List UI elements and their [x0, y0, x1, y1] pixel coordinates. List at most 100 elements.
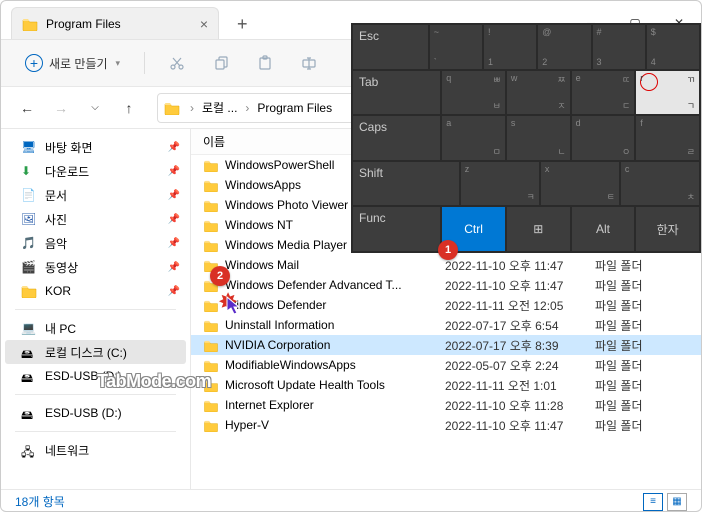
file-type: 파일 폴더 — [595, 397, 665, 414]
rename-icon[interactable] — [291, 47, 327, 79]
file-row[interactable]: Windows Defender 2022-11-11 오전 12:05 파일 … — [191, 295, 701, 315]
key-shift: ㄲ — [687, 73, 695, 86]
key-alt[interactable]: Alt — [572, 207, 635, 251]
pin-icon: 📌 — [168, 214, 180, 225]
copy-icon[interactable] — [203, 47, 239, 79]
sidebar-item-pictures[interactable]: 🖼사진📌 — [1, 207, 190, 231]
chevron-right-icon[interactable]: › — [245, 101, 249, 115]
key-caps[interactable]: Caps — [353, 116, 440, 160]
folder-icon — [203, 319, 219, 332]
folder-icon — [203, 159, 219, 172]
key-tab[interactable]: Tab — [353, 71, 440, 115]
file-row[interactable]: Microsoft Update Health Tools 2022-11-11… — [191, 375, 701, 395]
key-shift[interactable]: Shift — [353, 162, 459, 206]
key-lat: d — [576, 118, 581, 128]
crumb-localdisk[interactable]: 로컬 ... — [202, 99, 237, 116]
new-button[interactable]: + 새로 만들기 ▾ — [15, 50, 130, 76]
videos-icon: 🎬 — [21, 260, 37, 274]
key-r[interactable]: rㄲㄱ — [636, 71, 699, 115]
file-row[interactable]: Uninstall Information 2022-07-17 오후 6:54… — [191, 315, 701, 335]
sidebar-item-documents[interactable]: 📄문서📌 — [1, 183, 190, 207]
back-button[interactable]: ← — [13, 94, 41, 122]
key-win[interactable]: ⊞ — [507, 207, 570, 251]
key-sup: @ — [542, 27, 551, 37]
sidebar-item-music[interactable]: 🎵음악📌 — [1, 231, 190, 255]
sidebar-item-videos[interactable]: 🎬동영상📌 — [1, 255, 190, 279]
file-date: 2022-11-10 오후 11:28 — [445, 397, 595, 414]
add-tab-button[interactable]: + — [227, 10, 258, 39]
key-func[interactable]: Func — [353, 207, 440, 251]
key-han: ㄹ — [687, 145, 695, 158]
key-4[interactable]: $4 — [647, 25, 699, 69]
sidebar-item-desktop[interactable]: 🖥바탕 화면📌 — [1, 135, 190, 159]
sidebar-item-label: 바탕 화면 — [45, 139, 93, 156]
sidebar-item-label: 로컬 디스크 (C:) — [45, 344, 127, 361]
crumb-programfiles[interactable]: Program Files — [257, 101, 332, 115]
key-sub: 3 — [597, 57, 602, 67]
key-hanja[interactable]: 한자 — [636, 207, 699, 251]
key-f[interactable]: fㄹ — [636, 116, 699, 160]
key-q[interactable]: qㅃㅂ — [442, 71, 505, 115]
forward-button[interactable]: → — [47, 94, 75, 122]
file-row[interactable]: NVIDIA Corporation 2022-07-17 오후 8:39 파일… — [191, 335, 701, 355]
key-s[interactable]: sㄴ — [507, 116, 570, 160]
separator — [144, 52, 145, 74]
view-details-button[interactable]: ≡ — [643, 493, 663, 511]
pc-icon: 💻 — [21, 321, 37, 335]
key-w[interactable]: wㅉㅈ — [507, 71, 570, 115]
file-type: 파일 폴더 — [595, 357, 665, 374]
up-button[interactable]: ↑ — [115, 94, 143, 122]
key-x[interactable]: xㅌ — [541, 162, 619, 206]
file-date: 2022-07-17 오후 8:39 — [445, 337, 595, 354]
file-row[interactable]: Internet Explorer 2022-11-10 오후 11:28 파일… — [191, 395, 701, 415]
key-han: ㄷ — [622, 99, 630, 112]
key-shift: ㄸ — [622, 73, 630, 86]
file-row[interactable]: Hyper-V 2022-11-10 오후 11:47 파일 폴더 — [191, 415, 701, 435]
key-backtick[interactable]: ~` — [430, 25, 482, 69]
key-2[interactable]: @2 — [538, 25, 590, 69]
close-tab-icon[interactable]: × — [200, 16, 208, 32]
pin-icon: 📌 — [168, 286, 180, 297]
sidebar-item-network[interactable]: 🖧네트워크 — [1, 438, 190, 462]
key-3[interactable]: #3 — [593, 25, 645, 69]
separator — [15, 309, 176, 310]
drive-icon: 🖴 — [21, 345, 37, 359]
sidebar-item-label: 다운로드 — [45, 163, 89, 180]
pin-icon: 📌 — [168, 142, 180, 153]
folder-icon — [203, 179, 219, 192]
paste-icon[interactable] — [247, 47, 283, 79]
cut-icon[interactable] — [159, 47, 195, 79]
key-d[interactable]: dㅇ — [572, 116, 635, 160]
key-a[interactable]: aㅁ — [442, 116, 505, 160]
file-name: ModifiableWindowsApps — [225, 358, 445, 372]
chevron-right-icon[interactable]: › — [190, 101, 194, 115]
key-c[interactable]: cㅊ — [621, 162, 699, 206]
sidebar-item-label: 내 PC — [45, 320, 76, 337]
sidebar-item-downloads[interactable]: ⬇다운로드📌 — [1, 159, 190, 183]
sidebar-item-kor[interactable]: KOR📌 — [1, 279, 190, 303]
key-1[interactable]: !1 — [484, 25, 536, 69]
sidebar-item-thispc[interactable]: 💻 내 PC — [1, 316, 190, 340]
onscreen-keyboard: Esc ~` !1 @2 #3 $4 Tab qㅃㅂ wㅉㅈ eㄸㄷ rㄲㄱ C… — [351, 23, 701, 253]
key-han: ㄴ — [557, 145, 565, 158]
file-name: NVIDIA Corporation — [225, 338, 445, 352]
sidebar-item-localdisk[interactable]: 🖴 로컬 디스크 (C:) — [5, 340, 186, 364]
file-type: 파일 폴더 — [595, 297, 665, 314]
key-e[interactable]: eㄸㄷ — [572, 71, 635, 115]
pin-icon: 📌 — [168, 166, 180, 177]
folder-icon — [203, 419, 219, 432]
key-z[interactable]: zㅋ — [461, 162, 539, 206]
separator — [15, 431, 176, 432]
key-lat: q — [446, 73, 451, 83]
file-row[interactable]: Windows Defender Advanced T... 2022-11-1… — [191, 275, 701, 295]
file-row[interactable]: ModifiableWindowsApps 2022-05-07 오후 2:24… — [191, 355, 701, 375]
key-han: ㅋ — [527, 190, 535, 203]
sidebar: 🖥바탕 화면📌 ⬇다운로드📌 📄문서📌 🖼사진📌 🎵음악📌 🎬동영상📌 KOR📌… — [1, 129, 191, 489]
sidebar-item-esdusb2[interactable]: 🖴ESD-USB (D:) — [1, 401, 190, 425]
key-label: Tab — [359, 75, 378, 89]
recent-button[interactable]: ⌵ — [81, 94, 109, 122]
key-esc[interactable]: Esc — [353, 25, 428, 69]
annotation-badge-2: 2 — [210, 266, 230, 286]
view-grid-button[interactable]: ▦ — [667, 493, 687, 511]
window-tab[interactable]: Program Files × — [11, 7, 219, 39]
